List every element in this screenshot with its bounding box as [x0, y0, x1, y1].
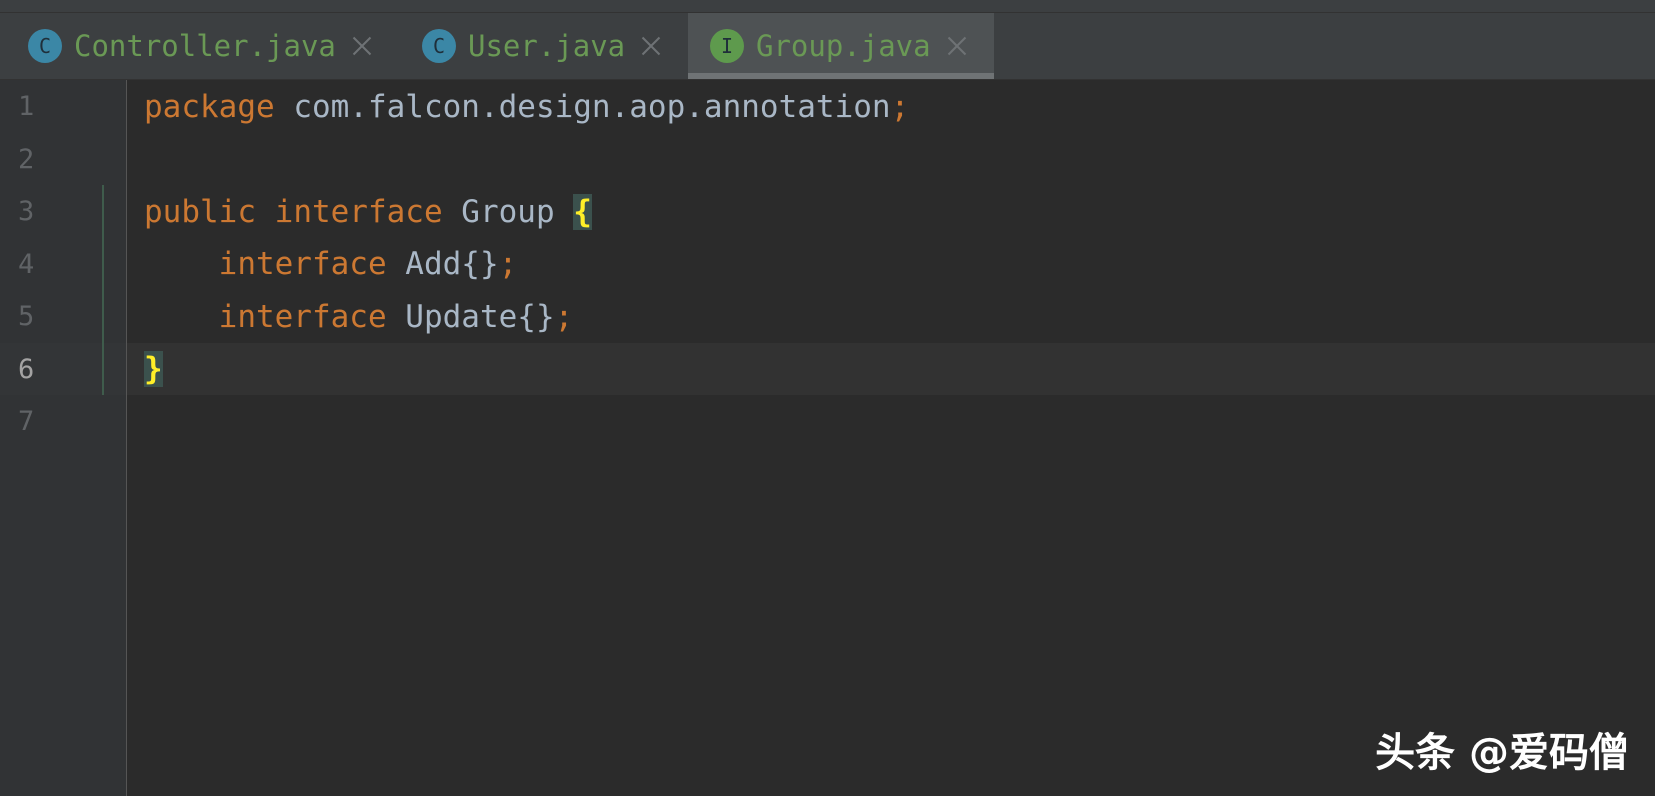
close-icon[interactable]: [945, 34, 969, 58]
semicolon: ;: [498, 246, 518, 282]
editor-tab-bar: C Controller.java C User.java I Group.ja…: [0, 13, 1655, 80]
line-number-current: 6: [18, 354, 35, 385]
close-icon[interactable]: [639, 34, 663, 58]
keyword: package: [144, 89, 275, 125]
semicolon: ;: [890, 89, 910, 125]
class-icon: C: [28, 29, 62, 63]
line-number: 3: [18, 196, 35, 227]
tab-label: Controller.java: [74, 29, 336, 63]
code-line-1[interactable]: package com.falcon.design.aop.annotation…: [144, 81, 909, 133]
interface-icon: I: [710, 29, 744, 63]
ide-window: C Controller.java C User.java I Group.ja…: [0, 0, 1655, 796]
semicolon: ;: [554, 299, 574, 335]
window-top-strip: [0, 0, 1655, 13]
tab-label: User.java: [468, 29, 626, 63]
current-line-highlight: [0, 343, 1655, 395]
keyword: interface: [218, 246, 387, 282]
line-number: 2: [18, 144, 35, 175]
matched-brace-close: }: [144, 351, 163, 387]
line-number: 7: [18, 406, 35, 437]
keyword: public: [144, 194, 256, 230]
keyword: interface: [274, 194, 443, 230]
code-line-5[interactable]: interface Update{};: [144, 291, 574, 343]
matched-brace-open: {: [573, 194, 592, 230]
line-number: 4: [18, 249, 35, 280]
class-icon: C: [422, 29, 456, 63]
line-number: 5: [18, 301, 35, 332]
code-line-6[interactable]: }: [144, 343, 163, 395]
interface-name: Add{}: [386, 246, 499, 282]
code-fold-indicator: [102, 185, 104, 395]
package-name: com.falcon.design.aop.annotation: [274, 89, 891, 125]
line-number-gutter: [0, 80, 127, 796]
tab-controller-java[interactable]: C Controller.java: [14, 13, 388, 79]
close-icon[interactable]: [350, 34, 374, 58]
code-line-3[interactable]: public interface Group {: [144, 186, 592, 238]
interface-name: Update{}: [386, 299, 555, 335]
interface-name: Group: [442, 194, 574, 230]
keyword: interface: [218, 299, 387, 335]
tab-group-java[interactable]: I Group.java: [688, 13, 994, 79]
tab-label: Group.java: [756, 29, 931, 63]
tab-user-java[interactable]: C User.java: [408, 13, 680, 79]
code-line-4[interactable]: interface Add{};: [144, 238, 518, 290]
line-number: 1: [18, 91, 35, 122]
watermark: 头条 @爱码僧: [1375, 730, 1629, 776]
